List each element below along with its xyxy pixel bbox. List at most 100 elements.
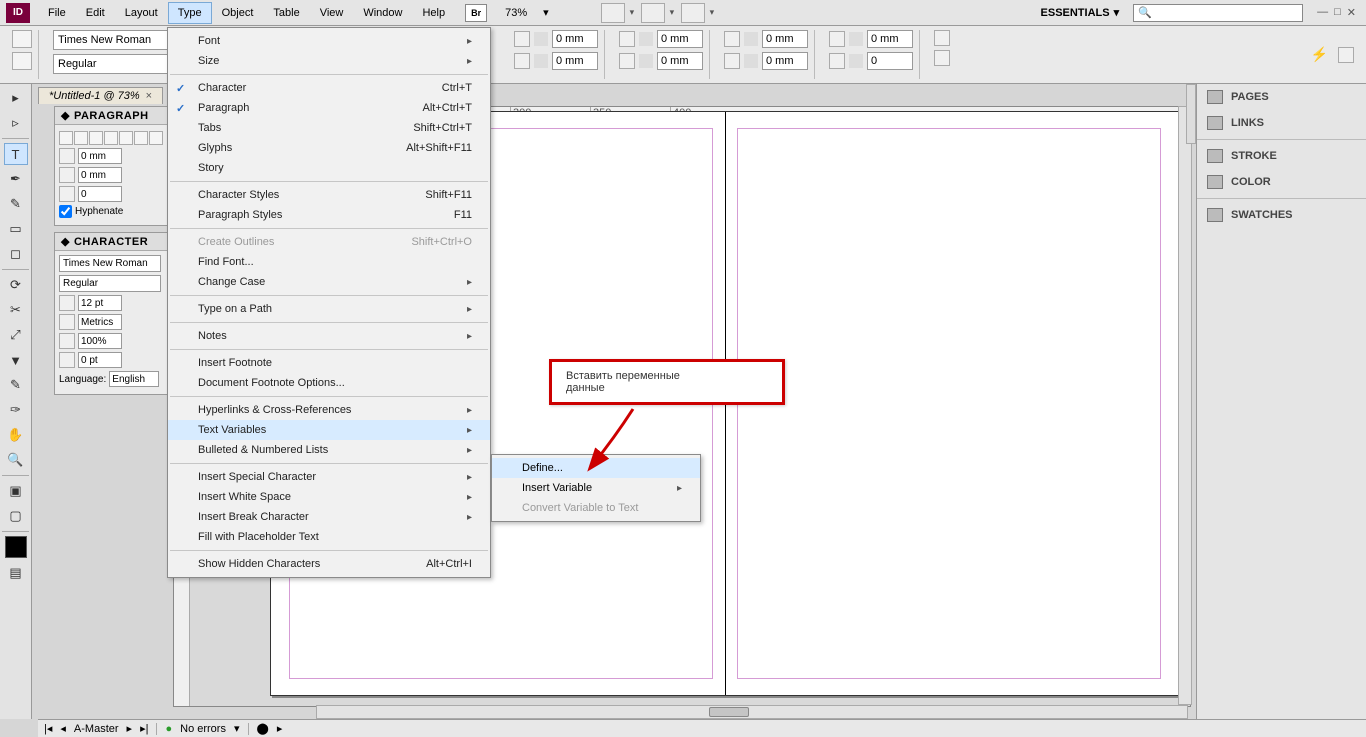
mi-insertfootnote[interactable]: Insert Footnote: [168, 353, 490, 373]
page-nav-last[interactable]: ▸|: [140, 722, 148, 735]
char-style-field[interactable]: Regular: [59, 275, 161, 292]
menu-table[interactable]: Table: [263, 2, 309, 24]
menu-edit[interactable]: Edit: [76, 2, 115, 24]
mi-size[interactable]: Size▸: [168, 51, 490, 71]
menu-window[interactable]: Window: [353, 2, 412, 24]
rect-tool[interactable]: ◻: [4, 243, 28, 265]
search-field[interactable]: 🔍: [1133, 4, 1303, 22]
list-icon[interactable]: [934, 30, 950, 46]
type-tool[interactable]: T: [4, 143, 28, 165]
hand-tool[interactable]: ✋: [4, 424, 28, 446]
mi-paragraph[interactable]: ✓ParagraphAlt+Ctrl+T: [168, 98, 490, 118]
para-space-field[interactable]: 0 mm: [78, 167, 122, 183]
align-right[interactable]: [89, 131, 103, 145]
char-mode-icon[interactable]: [12, 30, 32, 48]
mi-charstyles[interactable]: Character StylesShift+F11: [168, 185, 490, 205]
char-leading-field[interactable]: Metrics: [78, 314, 122, 330]
rect-frame-tool[interactable]: ▭: [4, 218, 28, 240]
mi-breakchar[interactable]: Insert Break Character▸: [168, 507, 490, 527]
zoom-tool[interactable]: 🔍: [4, 449, 28, 471]
indent-left-field[interactable]: 0 mm: [552, 30, 598, 48]
preflight-status[interactable]: No errors: [180, 723, 226, 735]
dropcap-chars-field[interactable]: 0: [867, 52, 913, 70]
para-drop-field[interactable]: 0: [78, 186, 122, 202]
fill-toggle[interactable]: ▣: [4, 480, 28, 502]
gradient-tool[interactable]: ▼: [4, 349, 28, 371]
pencil-tool[interactable]: ✎: [4, 193, 28, 215]
align-left[interactable]: [59, 131, 73, 145]
selection-tool[interactable]: ▸: [4, 87, 28, 109]
mi-whitespace[interactable]: Insert White Space▸: [168, 487, 490, 507]
pen-tool[interactable]: ✒: [4, 168, 28, 190]
mi-font[interactable]: Font▸: [168, 31, 490, 51]
para-indent-field[interactable]: 0 mm: [78, 148, 122, 164]
panel-pages[interactable]: PAGES: [1197, 84, 1366, 110]
mi-notes[interactable]: Notes▸: [168, 326, 490, 346]
page-nav-first[interactable]: |◂: [44, 722, 52, 735]
space-after-field[interactable]: 0 mm: [762, 52, 808, 70]
note-tool[interactable]: ✎: [4, 374, 28, 396]
panel-menu-icon[interactable]: [1338, 47, 1354, 63]
space-before-field[interactable]: 0 mm: [762, 30, 808, 48]
menu-type[interactable]: Type: [168, 2, 212, 24]
indent-right-field[interactable]: 0 mm: [657, 30, 703, 48]
hyphenate-checkbox[interactable]: [59, 205, 72, 218]
panel-color[interactable]: COLOR: [1197, 169, 1366, 195]
align-justify-r[interactable]: [149, 131, 163, 145]
menu-object[interactable]: Object: [212, 2, 264, 24]
workspace-switcher[interactable]: ESSENTIALS▾: [1041, 6, 1120, 19]
status-extra-icon[interactable]: ⬤: [257, 722, 269, 735]
document-tab[interactable]: *Untitled-1 @ 73% ×: [38, 87, 163, 104]
mi-parastyles[interactable]: Paragraph StylesF11: [168, 205, 490, 225]
menu-file[interactable]: File: [38, 2, 76, 24]
align-justify-c[interactable]: [134, 131, 148, 145]
mi-glyphs[interactable]: GlyphsAlt+Shift+F11: [168, 138, 490, 158]
mi-placeholder[interactable]: Fill with Placeholder Text: [168, 527, 490, 547]
maximize-button[interactable]: □: [1334, 6, 1341, 19]
mi-docfootnote[interactable]: Document Footnote Options...: [168, 373, 490, 393]
dropcap-lines-field[interactable]: 0 mm: [867, 30, 913, 48]
scissors-tool[interactable]: ✂: [4, 299, 28, 321]
dock-collapse-handle[interactable]: [1186, 84, 1196, 144]
mi-typeonpath[interactable]: Type on a Path▸: [168, 299, 490, 319]
close-tab-icon[interactable]: ×: [146, 90, 152, 102]
screen-mode[interactable]: ▤: [4, 562, 28, 584]
char-family-field[interactable]: Times New Roman: [59, 255, 161, 272]
page-nav-prev[interactable]: ◂: [60, 722, 66, 735]
mi-specialchar[interactable]: Insert Special Character▸: [168, 467, 490, 487]
indent-firstline-field[interactable]: 0 mm: [552, 52, 598, 70]
menu-view[interactable]: View: [310, 2, 354, 24]
page-field[interactable]: A-Master: [74, 723, 119, 735]
panel-swatches[interactable]: SWATCHES: [1197, 202, 1366, 228]
menu-layout[interactable]: Layout: [115, 2, 168, 24]
align-center[interactable]: [74, 131, 88, 145]
view-mode-1[interactable]: [601, 3, 625, 23]
mi-textvariables[interactable]: Text Variables▸: [168, 420, 490, 440]
mi-findfont[interactable]: Find Font...: [168, 252, 490, 272]
eyedropper-tool[interactable]: ✑: [4, 399, 28, 421]
align-justify[interactable]: [104, 131, 118, 145]
minimize-button[interactable]: —: [1317, 6, 1328, 19]
lightning-icon[interactable]: ⚡: [1311, 46, 1328, 63]
direct-selection-tool[interactable]: ▹: [4, 112, 28, 134]
char-scale-field[interactable]: 100%: [78, 333, 122, 349]
fill-color[interactable]: [5, 536, 27, 558]
bridge-icon[interactable]: Br: [465, 4, 487, 22]
zoom-dropdown[interactable]: 73%▾: [505, 6, 579, 19]
mi-tabs[interactable]: TabsShift+Ctrl+T: [168, 118, 490, 138]
horizontal-scrollbar[interactable]: [316, 705, 1188, 719]
view-mode-2[interactable]: [641, 3, 665, 23]
panel-links[interactable]: LINKS: [1197, 110, 1366, 136]
mi-bullets[interactable]: Bulleted & Numbered Lists▸: [168, 440, 490, 460]
submenu-insert[interactable]: Insert Variable▸: [492, 478, 700, 498]
mi-hyperlinks[interactable]: Hyperlinks & Cross-References▸: [168, 400, 490, 420]
close-button[interactable]: ✕: [1347, 6, 1356, 19]
indent-lastline-field[interactable]: 0 mm: [657, 52, 703, 70]
mi-character[interactable]: ✓CharacterCtrl+T: [168, 78, 490, 98]
transform-tool[interactable]: ⤢: [4, 324, 28, 346]
panel-stroke[interactable]: STROKE: [1197, 143, 1366, 169]
char-track-field[interactable]: 0 pt: [78, 352, 122, 368]
page-nav-next[interactable]: ▸: [127, 722, 133, 735]
menu-help[interactable]: Help: [412, 2, 455, 24]
char-size-field[interactable]: 12 pt: [78, 295, 122, 311]
